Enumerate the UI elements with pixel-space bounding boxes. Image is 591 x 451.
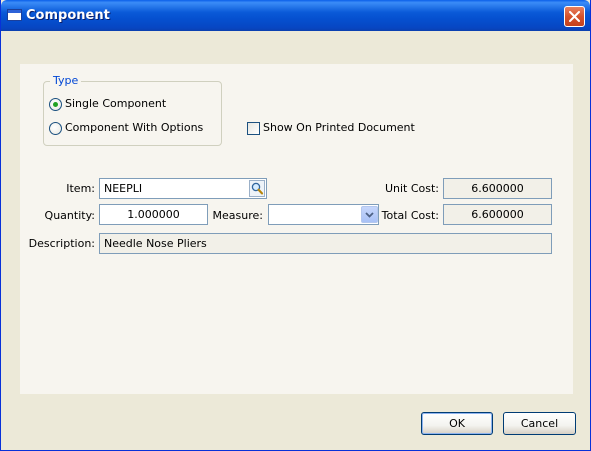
component-with-options-radio[interactable] xyxy=(49,122,62,135)
unit-cost-label: Unit Cost: xyxy=(384,182,439,195)
type-groupbox xyxy=(43,81,222,146)
item-input[interactable]: NEEPLI xyxy=(99,178,267,199)
measure-label: Measure: xyxy=(212,209,263,222)
cancel-button[interactable]: Cancel xyxy=(503,412,576,435)
unit-cost-field: 6.600000 xyxy=(443,178,552,199)
close-icon xyxy=(569,11,580,22)
description-field: Needle Nose Pliers xyxy=(99,233,552,254)
quantity-label: Quantity: xyxy=(44,209,95,222)
single-component-radio[interactable] xyxy=(49,98,62,111)
total-cost-label: Total Cost: xyxy=(381,209,439,222)
total-cost-field: 6.600000 xyxy=(443,204,552,225)
quantity-input[interactable]: 1.000000 xyxy=(99,204,208,225)
show-on-printed-label[interactable]: Show On Printed Document xyxy=(263,121,415,134)
item-label: Item: xyxy=(66,182,95,195)
description-label: Description: xyxy=(28,237,95,250)
component-dialog: Component Type Single Component Componen… xyxy=(0,0,591,451)
title-bar[interactable]: Component xyxy=(1,0,590,31)
ok-button[interactable]: OK xyxy=(421,412,493,435)
single-component-label[interactable]: Single Component xyxy=(65,97,166,110)
window-title: Component xyxy=(26,8,110,23)
component-with-options-label[interactable]: Component With Options xyxy=(65,121,203,134)
type-group-legend: Type xyxy=(50,74,82,87)
window-icon xyxy=(7,9,22,21)
close-button[interactable] xyxy=(564,6,585,27)
magnifier-icon[interactable] xyxy=(249,180,265,197)
show-on-printed-checkbox[interactable] xyxy=(247,122,260,135)
